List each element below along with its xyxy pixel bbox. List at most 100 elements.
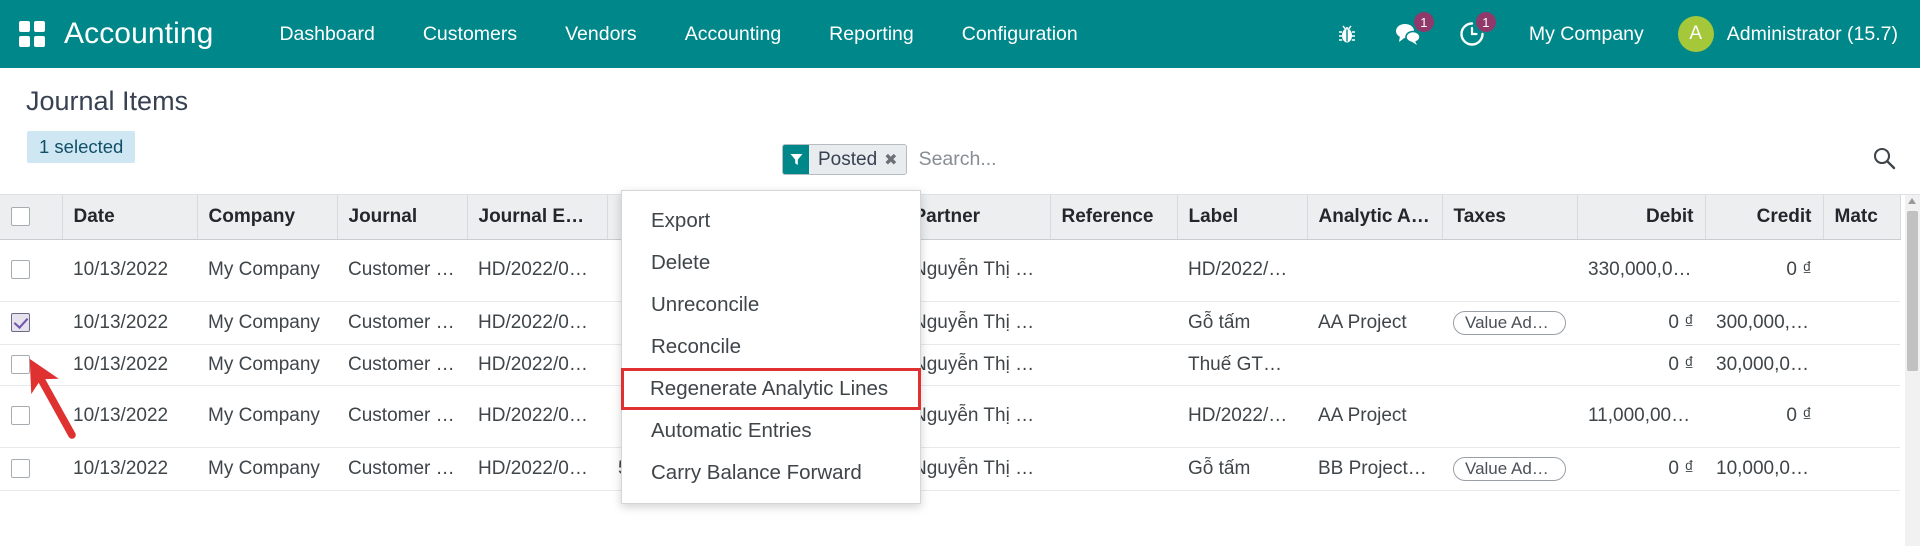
menu-item-automatic-entries[interactable]: Automatic Entries <box>622 410 920 452</box>
cell-company: My Company <box>197 301 337 345</box>
cell-journal: Customer I… <box>337 447 467 491</box>
selection-count-badge[interactable]: 1 selected <box>27 131 136 163</box>
row-checkbox[interactable] <box>11 312 30 332</box>
cell-label: Gỗ tấm <box>1177 447 1307 491</box>
select-all-checkbox[interactable] <box>11 207 30 227</box>
messages-badge: 1 <box>1413 12 1434 32</box>
cell-label: Gỗ tấm <box>1177 301 1307 345</box>
tax-pill: Value Adde… <box>1453 310 1566 335</box>
action-dropdown-menu: Export Delete Unreconcile Reconcile Rege… <box>621 190 921 504</box>
row-checkbox-cell[interactable] <box>0 385 62 448</box>
user-name-label: Administrator (15.7) <box>1726 22 1898 45</box>
select-all-header[interactable] <box>0 195 63 240</box>
nav-item-accounting[interactable]: Accounting <box>661 0 805 68</box>
cell-company: My Company <box>197 385 337 448</box>
table-row[interactable]: 10/13/2022 My Company Customer I… HD/202… <box>0 239 1900 302</box>
cell-date: 10/13/2022 <box>62 385 197 448</box>
activities-clock-icon[interactable]: 1 <box>1441 0 1503 68</box>
scroll-up-arrow-icon[interactable] <box>1908 198 1916 204</box>
table-row[interactable]: 10/13/2022 My Company Customer I… HD/202… <box>0 385 1900 448</box>
cell-taxes <box>1442 344 1577 386</box>
cell-analytic-account: BB Project -… <box>1307 447 1442 491</box>
search-facet-posted[interactable]: Posted ✖ <box>782 144 907 175</box>
cell-credit: 300,000,00… <box>1705 301 1823 345</box>
cell-journal: Customer I… <box>337 239 467 302</box>
scrollbar-thumb[interactable] <box>1907 211 1918 371</box>
table-row[interactable]: 10/13/2022 My Company Customer I… HD/202… <box>0 301 1900 345</box>
cell-reference <box>1050 385 1177 448</box>
row-checkbox-cell[interactable] <box>0 301 62 345</box>
cell-matching <box>1823 344 1900 386</box>
cell-taxes: Value Adde… <box>1442 447 1577 491</box>
cell-reference <box>1050 301 1177 345</box>
menu-item-delete[interactable]: Delete <box>622 242 920 284</box>
row-checkbox[interactable] <box>11 354 30 374</box>
filter-funnel-icon <box>783 145 809 174</box>
cell-label: Thuế GTGT … <box>1177 344 1307 386</box>
cell-matching <box>1823 447 1900 491</box>
main-menu: Dashboard Customers Vendors Accounting R… <box>255 0 1101 68</box>
cell-journal-entry: HD/2022/0… <box>467 385 607 448</box>
nav-item-configuration[interactable]: Configuration <box>938 0 1102 68</box>
cell-reference <box>1050 447 1177 491</box>
row-checkbox[interactable] <box>11 260 30 280</box>
user-menu[interactable]: A Administrator (15.7) <box>1670 16 1898 52</box>
col-date[interactable]: Date <box>62 195 198 240</box>
table-row[interactable]: 10/13/2022 My Company Customer I… HD/202… <box>0 447 1900 491</box>
top-navbar: Accounting Dashboard Customers Vendors A… <box>0 0 1920 68</box>
cell-journal-entry: HD/2022/0… <box>467 239 607 302</box>
cell-company: My Company <box>197 239 337 302</box>
cell-analytic-account <box>1307 344 1442 386</box>
cell-debit: 330,000,00… <box>1577 239 1705 302</box>
cell-taxes <box>1442 239 1577 302</box>
col-matching[interactable]: Matc <box>1823 195 1901 240</box>
menu-item-unreconcile[interactable]: Unreconcile <box>622 284 920 326</box>
col-journal[interactable]: Journal <box>337 195 468 240</box>
menu-item-export[interactable]: Export <box>622 200 920 242</box>
cell-label: HD/2022/0… <box>1177 239 1307 302</box>
col-analytic-account[interactable]: Analytic Ac… <box>1307 195 1443 240</box>
search-input[interactable] <box>906 148 1472 171</box>
row-checkbox[interactable] <box>11 406 30 426</box>
cell-taxes: Value Adde… <box>1442 301 1577 345</box>
col-taxes[interactable]: Taxes <box>1442 195 1578 240</box>
col-company[interactable]: Company <box>197 195 338 240</box>
menu-item-regenerate-analytic-lines[interactable]: Regenerate Analytic Lines <box>621 368 921 410</box>
table-vertical-scrollbar[interactable] <box>1905 195 1920 546</box>
col-credit[interactable]: Credit <box>1705 195 1824 240</box>
nav-item-customers[interactable]: Customers <box>399 0 541 68</box>
nav-item-reporting[interactable]: Reporting <box>805 0 938 68</box>
search-facet-label: Posted <box>818 148 878 170</box>
cell-date: 10/13/2022 <box>62 301 197 345</box>
avatar: A <box>1677 16 1714 52</box>
row-checkbox-cell[interactable] <box>0 239 62 302</box>
table-row[interactable]: 10/13/2022 My Company Customer I… HD/202… <box>0 344 1900 386</box>
apps-menu-button[interactable] <box>0 0 64 68</box>
row-checkbox-cell[interactable] <box>0 447 62 491</box>
col-partner[interactable]: Partner <box>902 195 1051 240</box>
close-x-icon[interactable]: ✖ <box>884 145 905 174</box>
menu-item-carry-balance-forward[interactable]: Carry Balance Forward <box>622 452 920 494</box>
col-reference[interactable]: Reference <box>1050 195 1178 240</box>
col-journal-entry[interactable]: Journal Ent… <box>467 195 608 240</box>
table-header-row: Date Company Journal Journal Ent… Partne… <box>0 195 1901 240</box>
table-body: 10/13/2022 My Company Customer I… HD/202… <box>0 239 1900 491</box>
row-checkbox-cell[interactable] <box>0 344 62 386</box>
journal-items-table: Date Company Journal Journal Ent… Partne… <box>0 195 1901 491</box>
messages-icon[interactable]: 1 <box>1375 0 1441 68</box>
debug-bug-icon[interactable] <box>1319 0 1375 68</box>
menu-item-reconcile[interactable]: Reconcile <box>622 326 920 368</box>
cell-journal: Customer I… <box>337 301 467 345</box>
cell-date: 10/13/2022 <box>62 344 197 386</box>
col-debit[interactable]: Debit <box>1577 195 1706 240</box>
search-icon[interactable] <box>1872 146 1896 177</box>
col-label[interactable]: Label <box>1177 195 1308 240</box>
nav-item-dashboard[interactable]: Dashboard <box>255 0 398 68</box>
cell-journal-entry: HD/2022/0… <box>467 344 607 386</box>
cell-matching <box>1823 239 1900 302</box>
cell-credit: 30,000,000 ₫ <box>1705 344 1823 386</box>
row-checkbox[interactable] <box>11 458 30 478</box>
company-switcher[interactable]: My Company <box>1503 23 1670 46</box>
nav-item-vendors[interactable]: Vendors <box>541 0 661 68</box>
cell-taxes <box>1442 385 1577 448</box>
